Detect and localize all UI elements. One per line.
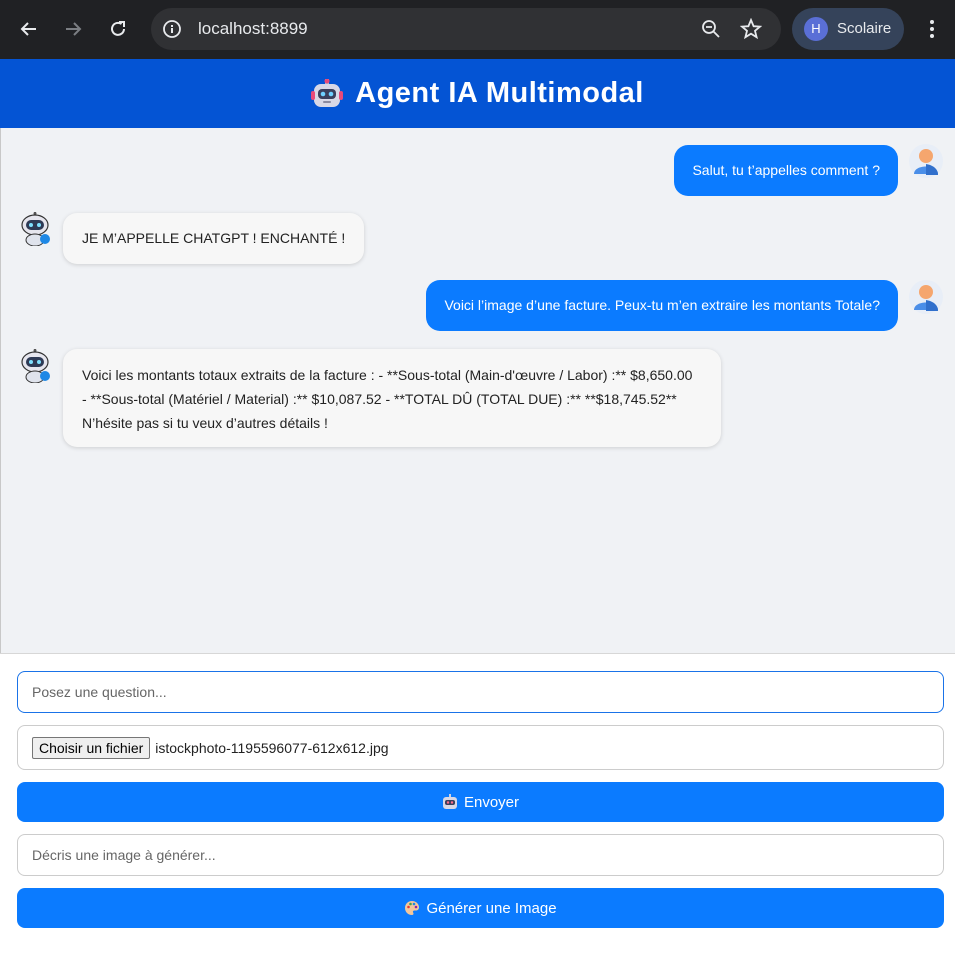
user-message: Salut, tu t’appelles comment ? <box>674 145 898 196</box>
choose-file-button[interactable]: Choisir un fichier <box>32 736 151 759</box>
profile-avatar: H <box>804 17 828 41</box>
app-header: Agent IA Multimodal <box>0 59 955 128</box>
profile-name: Scolaire <box>837 20 892 37</box>
robot-icon <box>311 78 344 107</box>
robot-icon <box>442 794 457 809</box>
message-text: Voici l’image d’une facture. Peux-tu m’e… <box>444 297 880 313</box>
message-line: - **Sous-total (Matériel / Material) :**… <box>82 391 677 407</box>
user-avatar-icon <box>909 280 943 314</box>
back-button[interactable] <box>14 14 44 44</box>
selected-file-name: istockphoto-1195596077-612x612.jpg <box>155 739 389 756</box>
input-panel: Choisir un fichier istockphoto-119559607… <box>0 653 955 963</box>
bot-message: JE M’APPELLE CHATGPT ! ENCHANTÉ ! <box>63 213 365 264</box>
arrow-right-icon <box>66 22 82 36</box>
file-input[interactable]: Choisir un fichier istockphoto-119559607… <box>17 725 944 770</box>
browser-menu-button[interactable] <box>917 14 947 44</box>
reload-icon <box>111 21 125 36</box>
bot-avatar-icon <box>21 212 50 246</box>
site-info-icon[interactable] <box>162 19 182 39</box>
user-avatar-icon <box>909 144 943 178</box>
chat-area[interactable]: Salut, tu t’appelles comment ? JE M’APPE… <box>0 128 955 653</box>
address-bar[interactable]: localhost:8899 <box>151 8 781 50</box>
send-button-label: Envoyer <box>463 793 520 811</box>
message-line: Voici les montants totaux extraits de la… <box>82 367 693 383</box>
arrow-left-icon <box>20 22 36 36</box>
message-text: JE M’APPELLE CHATGPT ! ENCHANTÉ ! <box>82 230 346 246</box>
kebab-menu-icon <box>930 20 934 38</box>
browser-toolbar: localhost:8899 H Scolaire <box>0 0 955 59</box>
zoom-out-icon[interactable] <box>701 19 721 39</box>
reload-button[interactable] <box>103 14 133 44</box>
bot-avatar-icon <box>21 349 50 383</box>
generate-button-label: Générer une Image <box>426 899 557 917</box>
message-line: N’hésite pas si tu veux d’autres détails… <box>82 415 328 431</box>
url-text[interactable]: localhost:8899 <box>198 19 308 39</box>
user-message: Voici l’image d’une facture. Peux-tu m’e… <box>426 280 898 331</box>
message-text: Salut, tu t’appelles comment ? <box>692 162 880 178</box>
app-title: Agent IA Multimodal <box>355 77 644 109</box>
palette-icon <box>405 901 420 915</box>
bot-message: Voici les montants totaux extraits de la… <box>63 349 721 447</box>
generate-image-button[interactable]: Générer une Image <box>17 888 944 928</box>
profile-button[interactable]: H Scolaire <box>792 8 904 50</box>
question-input[interactable] <box>17 671 944 713</box>
forward-button[interactable] <box>58 14 88 44</box>
image-prompt-input[interactable] <box>17 834 944 876</box>
send-button[interactable]: Envoyer <box>17 782 944 822</box>
star-icon[interactable] <box>740 18 762 40</box>
